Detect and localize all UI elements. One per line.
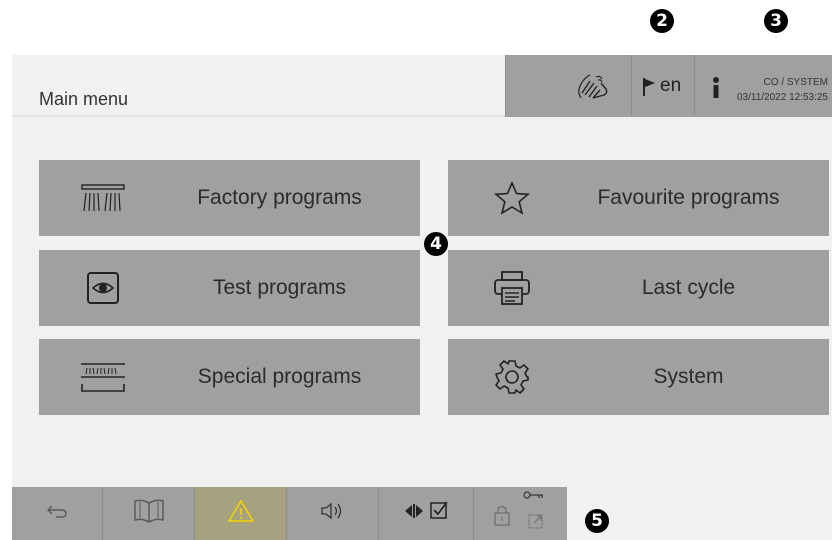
language-button[interactable]: en [631,55,694,117]
touch-gesture-icon [576,71,612,106]
factory-programs-label: Factory programs [197,186,362,209]
info-icon [711,77,721,104]
callout-5: 5 [585,509,609,533]
last-cycle-button[interactable]: Last cycle [448,250,829,326]
lock-key-icon [489,489,553,538]
eye-icon [75,266,131,310]
test-programs-button[interactable]: Test programs [39,250,420,326]
flag-icon [642,77,656,102]
last-cycle-label: Last cycle [641,276,736,299]
favourite-programs-label: Favourite programs [597,186,780,209]
test-programs-label: Test programs [212,276,347,299]
page-title: Main menu [39,89,129,109]
manual-button[interactable] [103,487,195,540]
warning-icon [227,499,255,528]
factory-programs-button[interactable]: Factory programs [39,160,420,236]
callout-2: 2 [650,9,674,33]
callout-3: 3 [764,9,788,33]
speaker-icon [320,501,346,526]
warning-button[interactable] [195,487,287,540]
star-icon [484,176,540,220]
system-button[interactable]: System [448,339,829,415]
gear-icon [484,355,540,399]
shower-icon [75,176,131,220]
system-label: System [653,365,724,388]
back-icon [46,503,68,524]
special-spray-icon [75,355,131,399]
user-info-button[interactable]: CO / SYSTEM 03/11/2022 12:53:25 [694,55,832,117]
manual-icon [132,498,166,529]
printer-icon [484,266,540,310]
gesture-button[interactable] [505,55,631,117]
back-button[interactable] [12,487,103,540]
special-programs-button[interactable]: Special programs [39,339,420,415]
special-programs-label: Special programs [197,365,362,388]
lock-button[interactable] [474,487,567,540]
door-check-icon [403,500,449,527]
volume-button[interactable] [287,487,379,540]
footer-toolbar [12,487,567,540]
callout-4: 4 [424,232,448,256]
datetime: 03/11/2022 12:53:25 [736,92,828,103]
touch-screen: Main menu en CO / SYSTEM 03/11/2022 12:5… [12,55,832,540]
favourite-programs-button[interactable]: Favourite programs [448,160,829,236]
header-bar: Main menu en CO / SYSTEM 03/11/2022 12:5… [12,55,832,117]
door-check-button[interactable] [379,487,474,540]
user-role: CO / SYSTEM [763,77,828,88]
language-code: en [660,75,682,96]
